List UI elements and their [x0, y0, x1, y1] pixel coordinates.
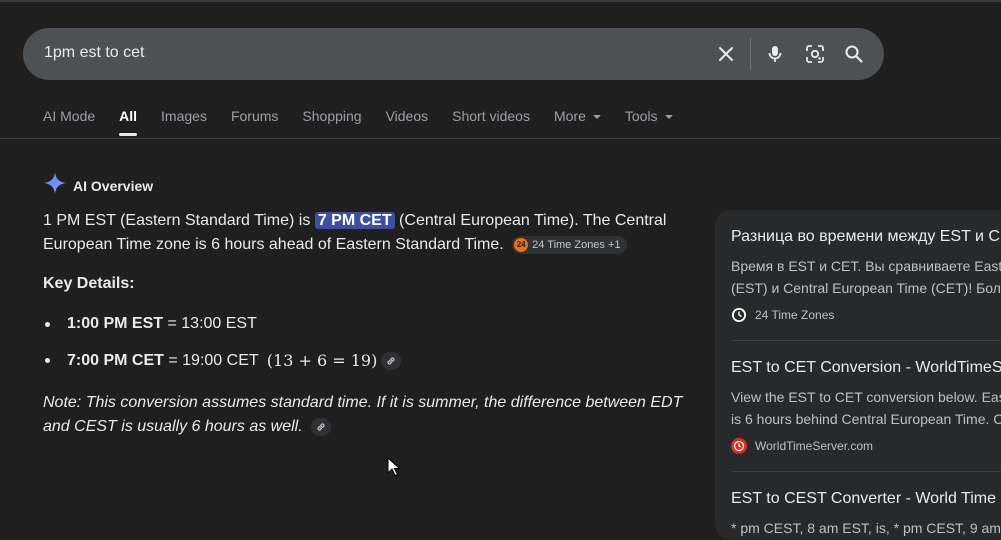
snippet-line: * pm CEST, 8 am EST, is, * pm CEST, 9 am…	[731, 520, 1001, 536]
source-card[interactable]: EST to CEST Converter - World Time Buddy…	[731, 490, 1001, 539]
bullet-math: (13 + 6 = 19)	[266, 351, 378, 370]
source-title[interactable]: EST to CET Conversion - WorldTimeServer.…	[731, 359, 1001, 377]
search-divider	[750, 38, 751, 70]
snippet-line: (EST) и Central European Time (CET)! Бол…	[731, 280, 1001, 296]
source-site-name: 24 Time Zones	[755, 308, 835, 322]
key-details-heading: Key Details:	[43, 275, 135, 292]
clock-icon	[731, 307, 747, 323]
search-icon[interactable]	[842, 42, 866, 66]
source-chip[interactable]: 24 24 Time Zones +1	[512, 235, 627, 254]
source-snippet: * pm CEST, 8 am EST, is, * pm CEST, 9 am…	[731, 517, 1001, 539]
24-time-zones-icon: 24	[514, 237, 529, 252]
search-bar[interactable]: 1pm est to cet	[23, 28, 884, 80]
note-text: Note: This conversion assumes standard t…	[43, 394, 683, 435]
tab-forums[interactable]: Forums	[231, 108, 278, 138]
tabs-divider	[0, 138, 1001, 139]
link-icon[interactable]	[311, 417, 332, 436]
source-card[interactable]: EST to CET Conversion - WorldTimeServer.…	[731, 359, 1001, 454]
list-item: 1:00 PM EST = 13:00 EST	[43, 315, 257, 333]
bullet-text: = 13:00 EST	[163, 315, 257, 332]
tab-shopping[interactable]: Shopping	[302, 108, 361, 138]
snippet-line: is 6 hours behind Central European Time.…	[731, 411, 1001, 427]
chevron-down-icon	[592, 115, 601, 119]
tab-short-videos[interactable]: Short videos	[452, 108, 530, 138]
tab-videos[interactable]: Videos	[386, 108, 429, 138]
ai-overview-answer: 1 PM EST (Eastern Standard Time) is 7 PM…	[43, 209, 683, 257]
sparkle-icon	[43, 171, 67, 200]
source-snippet: Время в EST и CET. Вы сравниваете Easter…	[731, 255, 1001, 299]
source-title[interactable]: EST to CEST Converter - World Time Buddy	[731, 490, 1001, 508]
source-divider	[731, 471, 1001, 472]
answer-highlight: 7 PM CET	[314, 212, 395, 229]
chevron-down-icon	[664, 115, 673, 119]
lens-icon[interactable]	[803, 42, 827, 66]
source-title[interactable]: Разница во времени между EST и CET	[731, 228, 1001, 246]
search-input[interactable]: 1pm est to cet	[44, 44, 145, 62]
mouse-cursor-icon	[387, 456, 401, 482]
bullet-bold: 1:00 PM EST	[67, 315, 164, 332]
snippet-line: View the EST to CET conversion below. Ea…	[731, 389, 1001, 405]
ai-overview-title: AI Overview	[73, 177, 154, 194]
source-site: 24 Time Zones	[731, 307, 1001, 323]
source-divider	[731, 340, 1001, 341]
search-tabs: AI Mode All Images Forums Shopping Video…	[43, 108, 697, 138]
source-card[interactable]: Разница во времени между EST и CET Время…	[731, 228, 1001, 323]
conversion-note: Note: This conversion assumes standard t…	[43, 391, 683, 439]
tab-ai-mode[interactable]: AI Mode	[43, 108, 95, 138]
list-item: 7:00 PM CET = 19:00 CET (13 + 6 = 19)	[43, 351, 402, 370]
source-site: WorldTimeServer.com	[731, 438, 1001, 454]
close-icon[interactable]	[714, 42, 738, 66]
tab-all[interactable]: All	[119, 108, 137, 138]
tab-tools[interactable]: Tools	[625, 108, 673, 138]
sources-panel: Разница во времени между EST и CET Время…	[715, 210, 1001, 540]
source-snippet: View the EST to CET conversion below. Ea…	[731, 386, 1001, 430]
bullet-bold: 7:00 PM CET	[67, 351, 164, 369]
source-site-name: WorldTimeServer.com	[755, 439, 874, 453]
bullet-dot	[45, 358, 50, 363]
answer-text: 1 PM EST (Eastern Standard Time) is	[43, 212, 315, 229]
link-icon[interactable]	[381, 351, 402, 370]
bullet-text: = 19:00 CET	[163, 351, 263, 369]
window-top-border	[0, 0, 1001, 2]
source-chip-label: 24 Time Zones +1	[532, 238, 621, 251]
snippet-line: Время в EST и CET. Вы сравниваете Easter…	[731, 258, 1001, 274]
tab-more[interactable]: More	[554, 108, 601, 138]
worldtimeserver-icon	[731, 438, 747, 454]
ai-overview-header: AI Overview	[43, 171, 153, 200]
bullet-dot	[45, 321, 50, 327]
tab-images[interactable]: Images	[161, 108, 207, 138]
microphone-icon[interactable]	[763, 42, 787, 66]
